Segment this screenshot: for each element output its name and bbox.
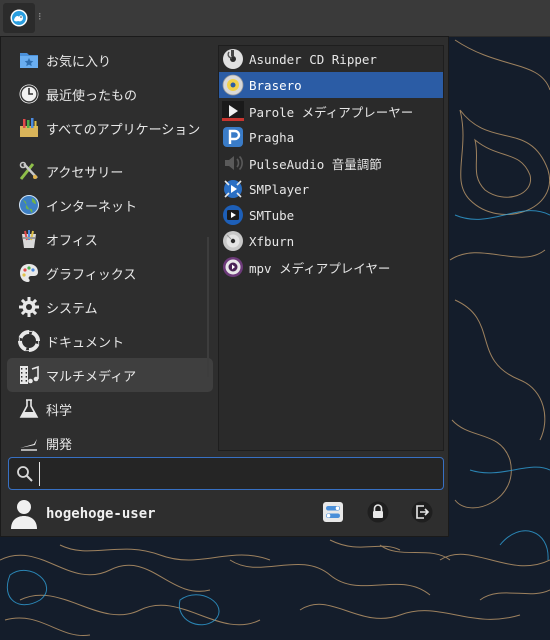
accessories-icon [16,158,42,184]
multimedia-icon [16,362,42,388]
app-label: Xfburn [249,233,295,249]
category-multimedia[interactable]: マルチメディア [7,358,213,392]
category-label: システム [46,301,98,317]
lock-screen-button[interactable] [365,501,391,527]
category-list: お気に入り 最近使ったもの すべてのアプリケーション アクセサリー インターネッ… [7,43,213,455]
app-asunder[interactable]: Asunder CD Ripper [219,46,443,72]
applications-menu-button[interactable] [3,3,35,33]
app-brasero[interactable]: Brasero [219,72,443,98]
favorites-icon [16,47,42,73]
mpv-icon [221,255,245,279]
search-box[interactable] [8,457,444,490]
lock-icon [367,501,389,527]
category-system[interactable]: システム [7,290,213,324]
category-favorites[interactable]: お気に入り [7,43,213,77]
app-mpv[interactable]: mpv メディアプレイヤー [219,254,443,280]
category-internet[interactable]: インターネット [7,188,213,222]
user-bar: hogehoge-user [1,495,450,535]
palette-icon [16,260,42,286]
cd-icon [221,47,245,71]
app-xfburn[interactable]: Xfburn [219,228,443,254]
category-documentation[interactable]: ドキュメント [7,324,213,358]
app-label: Pragha [249,129,295,145]
category-accessories[interactable]: アクセサリー [7,154,213,188]
logout-button[interactable] [409,501,435,527]
top-panel: ⁝ [0,0,550,37]
category-label: インターネット [46,199,138,215]
category-label: アクセサリー [46,165,124,181]
app-pulseaudio[interactable]: PulseAudio 音量調節 [219,150,443,176]
category-label: マルチメディア [46,369,137,385]
category-science[interactable]: 科学 [7,392,213,426]
app-smplayer[interactable]: SMPlayer [219,176,443,202]
lifebuoy-icon [16,328,42,354]
category-recent[interactable]: 最近使ったもの [7,77,213,111]
username: hogehoge-user [46,506,156,522]
panel-separator: ⁝ [38,10,42,23]
app-parole[interactable]: Parole メディアプレーヤー [219,98,443,124]
category-label: お気に入り [46,54,112,70]
category-label: 開発 [46,437,73,453]
category-label: 科学 [46,403,73,419]
category-label: 最近使ったもの [46,88,138,104]
gear-icon [16,294,42,320]
category-label: オフィス [46,233,98,249]
clock-icon [16,81,42,107]
category-office[interactable]: オフィス [7,222,213,256]
settings-button[interactable] [320,501,346,527]
applications-menu: お気に入り 最近使ったもの すべてのアプリケーション アクセサリー インターネッ… [0,36,449,537]
globe-icon [16,192,42,218]
category-scrollbar[interactable] [207,237,209,377]
music-player-icon [221,125,245,149]
smtube-icon [221,203,245,227]
user-avatar-icon [10,499,38,533]
category-development[interactable]: 開発 [7,426,213,455]
category-label: すべてのアプリケーション [46,122,201,138]
app-label: mpv メディアプレイヤー [249,260,391,276]
category-graphics[interactable]: グラフィックス [7,256,213,290]
settings-toggle-icon [322,501,344,527]
all-applications-icon [16,115,42,141]
logout-icon [411,501,433,527]
app-label: Brasero [249,77,302,93]
app-label: SMTube [249,207,295,223]
app-label: Parole メディアプレーヤー [249,104,414,120]
media-player-icon [221,99,245,123]
category-divider [7,145,213,154]
xfce-logo-icon [10,9,28,27]
disc-burner-icon [221,73,245,97]
smplayer-icon [221,177,245,201]
flask-icon [16,396,42,422]
app-smtube[interactable]: SMTube [219,202,443,228]
search-input[interactable] [39,462,437,486]
category-label: ドキュメント [46,335,125,351]
app-label: Asunder CD Ripper [249,51,377,67]
app-label: PulseAudio 音量調節 [249,156,382,172]
category-all-applications[interactable]: すべてのアプリケーション [7,111,213,145]
app-pragha[interactable]: Pragha [219,124,443,150]
speaker-icon [221,151,245,175]
application-list: Asunder CD Ripper Brasero Parole メディアプレー… [218,45,444,451]
app-label: SMPlayer [249,181,310,197]
office-icon [16,226,42,252]
disc-icon [221,229,245,253]
development-icon [16,430,42,455]
category-label: グラフィックス [46,267,137,283]
search-icon [16,465,34,487]
